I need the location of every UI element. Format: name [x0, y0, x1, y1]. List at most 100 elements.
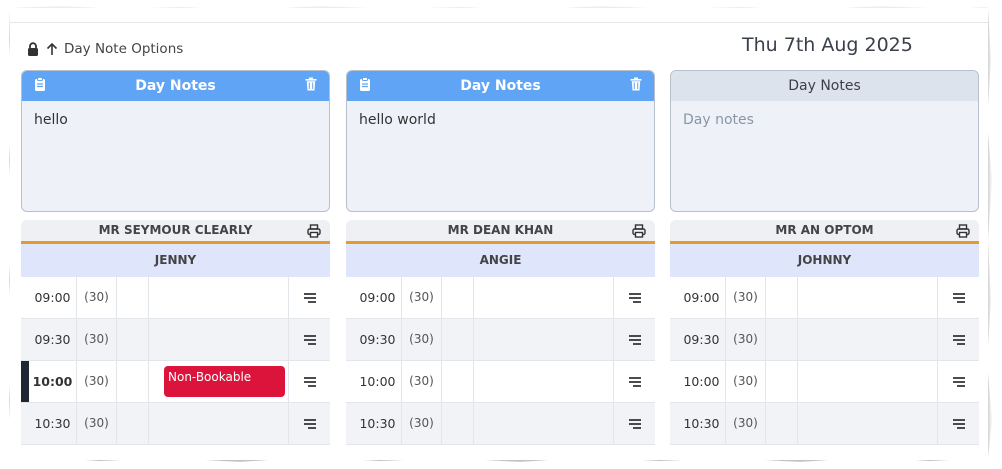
slot-spacer: [766, 277, 798, 318]
slot-time: 09:00: [678, 277, 726, 318]
menu-lines-icon[interactable]: [614, 277, 655, 318]
doctor-name: MR AN OPTOM: [775, 223, 874, 237]
booking-cell[interactable]: [149, 403, 289, 444]
day-notes-title: Day Notes: [135, 78, 216, 94]
menu-lines-icon[interactable]: [938, 361, 979, 402]
menu-lines-icon[interactable]: [614, 361, 655, 402]
slot-duration: (30): [726, 403, 766, 444]
current-time-marker: [670, 319, 678, 360]
booking-cell[interactable]: [798, 403, 938, 444]
time-slot-row[interactable]: 10:30 (30): [21, 403, 330, 445]
menu-lines-icon[interactable]: [614, 403, 655, 444]
time-slot-row[interactable]: 09:00 (30): [346, 277, 655, 319]
time-slot-row[interactable]: 10:30 (30): [670, 403, 979, 445]
current-time-marker: [21, 361, 29, 402]
booking-cell[interactable]: [798, 277, 938, 318]
day-notes-text[interactable]: hello: [22, 101, 329, 139]
clipboard-icon[interactable]: [34, 77, 46, 95]
menu-lines-icon[interactable]: [938, 319, 979, 360]
booking-cell[interactable]: [149, 277, 289, 318]
current-time-marker: [21, 277, 29, 318]
slot-spacer: [766, 319, 798, 360]
booking-cell[interactable]: [149, 319, 289, 360]
diary-date: Thu 7th Aug 2025: [742, 34, 913, 56]
menu-lines-icon[interactable]: [938, 277, 979, 318]
menu-lines-icon[interactable]: [614, 319, 655, 360]
slot-spacer: [117, 403, 149, 444]
menu-lines-icon[interactable]: [289, 403, 330, 444]
slot-duration: (30): [77, 277, 117, 318]
trash-icon[interactable]: [305, 77, 317, 95]
day-note-options-toggle[interactable]: Day Note Options: [26, 40, 183, 58]
slot-duration: (30): [726, 319, 766, 360]
current-time-marker: [670, 361, 678, 402]
doctor-header: MR AN OPTOM: [670, 220, 979, 244]
slot-duration: (30): [77, 319, 117, 360]
diary-panel: Day Note Options Thu 7th Aug 2025 Day No…: [10, 8, 988, 460]
day-notes-card: Day Notes hello world: [346, 70, 655, 212]
booking-cell[interactable]: [474, 361, 614, 402]
booking-cell[interactable]: [474, 403, 614, 444]
doctor-header: MR SEYMOUR CLEARLY: [21, 220, 330, 244]
current-time-marker: [21, 403, 29, 444]
booking-cell[interactable]: [798, 361, 938, 402]
time-slot-row[interactable]: 10:00 (30): [670, 361, 979, 403]
non-bookable-block[interactable]: Non-Bookable: [164, 366, 285, 397]
slot-duration: (30): [402, 319, 442, 360]
lock-icon: [26, 42, 40, 56]
slot-time: 10:00: [678, 361, 726, 402]
trash-icon[interactable]: [630, 77, 642, 95]
time-slot-row[interactable]: 09:30 (30): [346, 319, 655, 361]
booking-cell[interactable]: [474, 277, 614, 318]
staff-name: JOHNNY: [670, 244, 979, 277]
day-notes-header: Day Notes: [671, 71, 978, 101]
slot-time: 09:00: [29, 277, 77, 318]
time-slot-row[interactable]: 09:00 (30): [21, 277, 330, 319]
slot-time: 10:30: [29, 403, 77, 444]
booking-cell[interactable]: [798, 319, 938, 360]
time-slot-grid: 09:00 (30) 09:30 (30) 10:00 (30) Non-Bookable 1…: [21, 277, 330, 445]
day-notes-card: Day Notes Day notes: [670, 70, 979, 212]
menu-lines-icon[interactable]: [938, 403, 979, 444]
slot-duration: (30): [402, 277, 442, 318]
slot-spacer: [117, 277, 149, 318]
time-slot-row[interactable]: 10:00 (30): [346, 361, 655, 403]
time-slot-row[interactable]: 09:30 (30): [21, 319, 330, 361]
booking-cell[interactable]: Non-Bookable: [149, 361, 289, 402]
slot-time: 09:00: [354, 277, 402, 318]
time-slot-grid: 09:00 (30) 09:30 (30) 10:00 (30) 10:30 (30): [346, 277, 655, 445]
day-notes-header: Day Notes: [347, 71, 654, 101]
time-slot-grid: 09:00 (30) 09:30 (30) 10:00 (30) 10:30 (30): [670, 277, 979, 445]
slot-spacer: [442, 403, 474, 444]
day-note-options-label: Day Note Options: [64, 41, 184, 57]
slot-spacer: [442, 361, 474, 402]
slot-time: 10:30: [678, 403, 726, 444]
menu-lines-icon[interactable]: [289, 361, 330, 402]
doctor-name: MR SEYMOUR CLEARLY: [98, 223, 253, 237]
printer-icon[interactable]: [956, 224, 970, 245]
day-notes-placeholder[interactable]: Day notes: [671, 101, 978, 139]
slot-time: 09:30: [354, 319, 402, 360]
slot-duration: (30): [77, 361, 117, 402]
doctor-name: MR DEAN KHAN: [447, 223, 554, 237]
slot-spacer: [766, 403, 798, 444]
booking-cell[interactable]: [474, 319, 614, 360]
current-time-marker: [670, 277, 678, 318]
slot-spacer: [442, 277, 474, 318]
time-slot-row[interactable]: 10:30 (30): [346, 403, 655, 445]
clipboard-icon[interactable]: [359, 77, 371, 95]
current-time-marker: [670, 403, 678, 444]
time-slot-row[interactable]: 09:30 (30): [670, 319, 979, 361]
menu-lines-icon[interactable]: [289, 319, 330, 360]
day-notes-text[interactable]: hello world: [347, 101, 654, 139]
slot-spacer: [766, 361, 798, 402]
staff-name: ANGIE: [346, 244, 655, 277]
printer-icon[interactable]: [632, 224, 646, 245]
diary-column: Day Notes hello world MR DEAN KHAN ANGIE 09:…: [346, 70, 655, 445]
slot-duration: (30): [726, 361, 766, 402]
time-slot-row[interactable]: 09:00 (30): [670, 277, 979, 319]
printer-icon[interactable]: [307, 224, 321, 245]
menu-lines-icon[interactable]: [289, 277, 330, 318]
time-slot-row[interactable]: 10:00 (30) Non-Bookable: [21, 361, 330, 403]
current-time-marker: [346, 277, 354, 318]
